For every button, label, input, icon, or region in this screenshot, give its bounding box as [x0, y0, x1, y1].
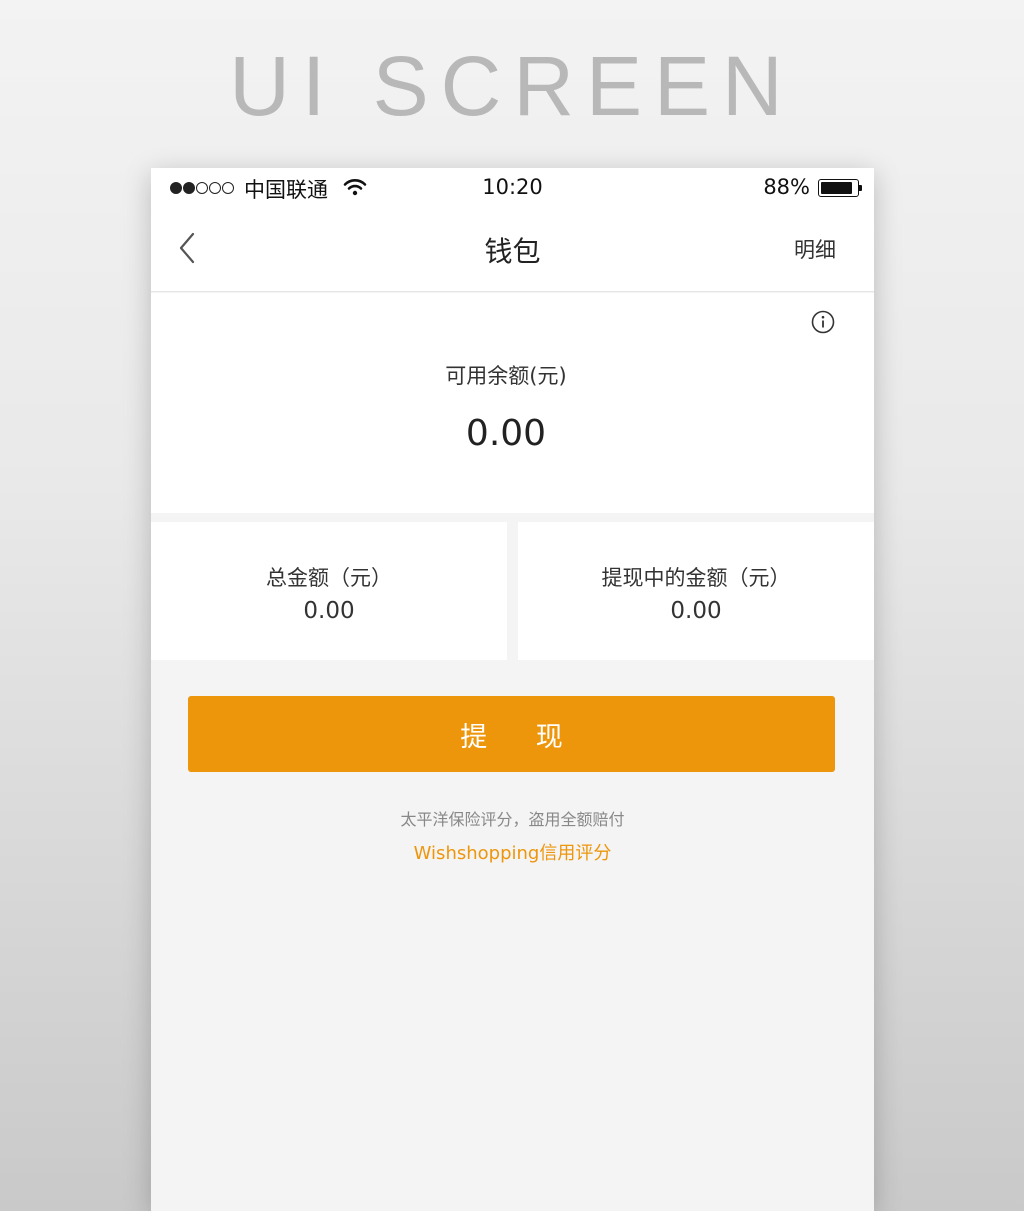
- battery-percent: 88%: [763, 175, 810, 199]
- total-amount-label: 总金额（元）: [266, 566, 392, 590]
- available-balance-value: 0.00: [465, 413, 547, 454]
- page-heading: UI SCREEN: [229, 39, 795, 133]
- total-amount-card: 总金额（元） 0.00: [151, 522, 507, 660]
- phone-screen: 中国联通 10:20 88% 钱包 明细 可用余额(元) 0.00 总金额（元）…: [151, 168, 874, 1211]
- status-bar: 中国联通 10:20 88%: [151, 168, 874, 208]
- credit-score-link[interactable]: Wishshopping信用评分: [151, 839, 874, 865]
- available-balance-label: 可用余额(元): [445, 364, 567, 388]
- detail-link[interactable]: 明细: [794, 234, 836, 264]
- withdrawing-amount-card: 提现中的金额（元） 0.00: [518, 522, 874, 660]
- total-amount-value: 0.00: [303, 598, 355, 624]
- balance-card: 可用余额(元) 0.00: [151, 293, 874, 513]
- nav-bar: 钱包 明细: [151, 208, 874, 292]
- withdraw-button[interactable]: 提 现: [188, 696, 835, 772]
- battery-fill: [821, 182, 852, 194]
- info-icon[interactable]: [811, 310, 835, 334]
- page-title: 钱包: [484, 235, 541, 268]
- withdrawing-amount-label: 提现中的金额（元）: [601, 566, 791, 590]
- withdrawing-amount-value: 0.00: [670, 598, 722, 624]
- insurance-note: 太平洋保险评分，盗用全额赔付: [400, 810, 625, 829]
- battery-icon: [818, 179, 862, 197]
